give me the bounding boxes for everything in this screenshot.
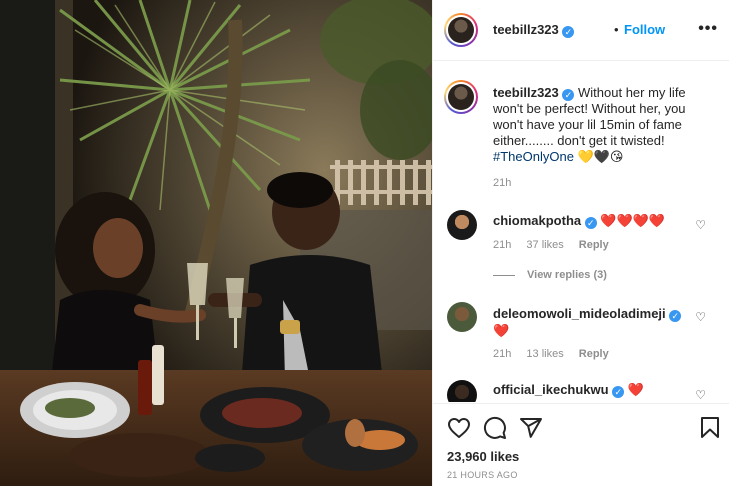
- comment-text: ❤️❤️❤️❤️: [600, 213, 666, 228]
- comment-likes[interactable]: 37 likes: [526, 239, 563, 251]
- like-count[interactable]: 23,960 likes: [447, 449, 519, 464]
- like-comment-heart-icon[interactable]: ♡: [695, 388, 706, 402]
- verified-badge-icon: ✓: [612, 386, 625, 398]
- reply-button[interactable]: Reply: [579, 348, 609, 360]
- verified-badge-icon: ✓: [584, 217, 597, 229]
- author-avatar[interactable]: [444, 13, 478, 47]
- like-comment-heart-icon[interactable]: ♡: [695, 310, 706, 324]
- replies-divider-line: [493, 274, 515, 276]
- caption-author-avatar[interactable]: [444, 80, 478, 114]
- post-timestamp[interactable]: 21 HOURS AGO: [447, 470, 518, 480]
- comment-text: ❤️: [627, 382, 645, 397]
- view-replies-button[interactable]: View replies (3): [493, 269, 607, 281]
- comment-text: ❤️: [493, 323, 510, 338]
- comment-username[interactable]: official_ikechukwu: [493, 382, 609, 397]
- comment-username[interactable]: deleomowoli_mideoladimeji: [493, 306, 666, 321]
- comment-item: chiomakpotha ✓ ❤️❤️❤️❤️: [493, 213, 693, 229]
- caption-hashtag[interactable]: #TheOnlyOne: [493, 149, 574, 164]
- post-actions: 23,960 likes 21 HOURS AGO: [433, 403, 729, 486]
- commenter-avatar[interactable]: [447, 210, 477, 240]
- comment-item: deleomowoli_mideoladimeji ✓ ❤️: [493, 305, 713, 339]
- author-username-text[interactable]: teebillz323: [493, 22, 559, 37]
- verified-badge-icon: ✓: [562, 89, 575, 101]
- save-bookmark-icon[interactable]: [698, 416, 722, 440]
- comment-likes[interactable]: 13 likes: [526, 348, 563, 360]
- verified-badge-icon: ✓: [562, 26, 575, 38]
- post-photo[interactable]: [0, 0, 432, 486]
- caption-username[interactable]: teebillz323: [493, 85, 559, 100]
- comments-section[interactable]: teebillz323 ✓ Without her my life won't …: [433, 62, 729, 402]
- comment-username[interactable]: chiomakpotha: [493, 213, 581, 228]
- post-header: teebillz323 ✓ • Follow •••: [433, 0, 729, 61]
- post-caption: teebillz323 ✓ Without her my life won't …: [493, 85, 718, 165]
- separator-dot: •: [614, 22, 619, 37]
- comment-time[interactable]: 21h: [493, 348, 511, 360]
- follow-button[interactable]: Follow: [624, 22, 665, 37]
- comment-meta: 21h 13 likes Reply: [493, 348, 621, 360]
- photo-illustration: [0, 0, 432, 486]
- commenter-avatar[interactable]: [447, 380, 477, 402]
- more-options-icon[interactable]: •••: [698, 20, 718, 38]
- comment-item: official_ikechukwu ✓ ❤️: [493, 382, 713, 398]
- instagram-post: teebillz323 ✓ • Follow ••• teebillz323 ✓…: [0, 0, 729, 486]
- like-comment-heart-icon[interactable]: ♡: [695, 218, 706, 232]
- view-replies-label[interactable]: View replies (3): [527, 269, 607, 281]
- verified-badge-icon: ✓: [669, 310, 682, 322]
- share-paper-plane-icon[interactable]: [519, 416, 543, 440]
- comment-meta: 21h 37 likes Reply: [493, 239, 621, 251]
- caption-timestamp[interactable]: 21h: [493, 177, 511, 189]
- author-username[interactable]: teebillz323 ✓: [493, 22, 575, 38]
- caption-emojis: 💛🖤😘: [577, 149, 624, 164]
- comment-bubble-icon[interactable]: [483, 416, 507, 440]
- commenter-avatar[interactable]: [447, 302, 477, 332]
- post-side-panel: teebillz323 ✓ • Follow ••• teebillz323 ✓…: [432, 0, 729, 486]
- comment-time[interactable]: 21h: [493, 239, 511, 251]
- like-heart-icon[interactable]: [447, 416, 471, 440]
- reply-button[interactable]: Reply: [579, 239, 609, 251]
